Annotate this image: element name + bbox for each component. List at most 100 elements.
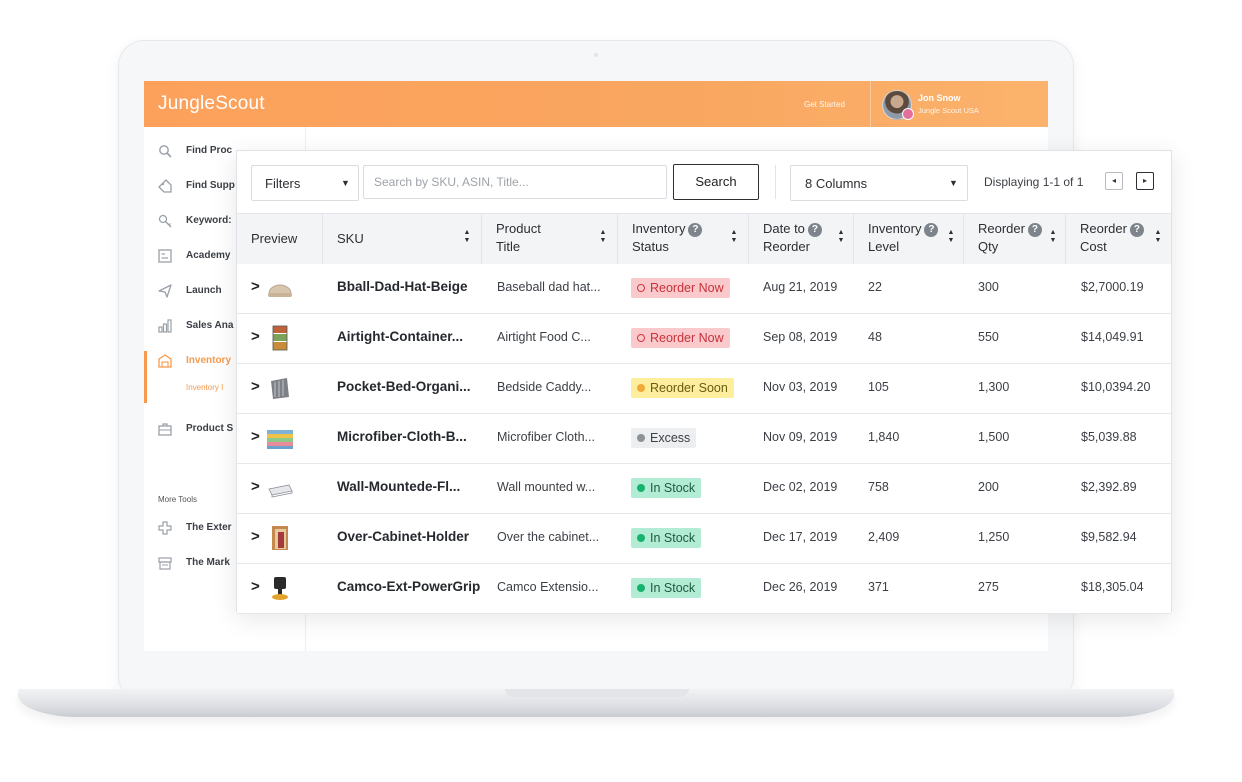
- chevron-right-icon[interactable]: >: [251, 528, 260, 545]
- date-to-reorder-cell: Dec 26, 2019: [763, 580, 838, 594]
- status-label: In Stock: [650, 581, 696, 595]
- user-name[interactable]: Jon Snow: [918, 93, 961, 103]
- briefcase-icon: [158, 422, 172, 436]
- date-to-reorder-cell: Aug 21, 2019: [763, 280, 838, 294]
- sku-cell[interactable]: Microfiber-Cloth-B...: [337, 429, 467, 444]
- chevron-right-icon[interactable]: >: [251, 478, 260, 495]
- reorder-qty-cell: 550: [978, 330, 999, 344]
- reorder-cost-cell: $10,0394.20: [1081, 380, 1151, 394]
- status-dot-icon: [637, 584, 645, 592]
- sort-icon[interactable]: ▲ ▼: [1049, 229, 1057, 245]
- board-icon: [158, 249, 172, 263]
- column-header-label: Inventory? Status: [632, 220, 703, 256]
- help-icon[interactable]: ?: [1129, 223, 1144, 237]
- column-header-sku[interactable]: SKU ▲ ▼: [323, 214, 482, 264]
- reorder-qty-cell: 300: [978, 280, 999, 294]
- sidebar-item-label: The Exter: [186, 522, 232, 533]
- table-toolbar: Filters ▼ Search 8 Columns ▼ Displaying …: [237, 151, 1171, 213]
- date-to-reorder-cell: Sep 08, 2019: [763, 330, 838, 344]
- product-title-cell: Over the cabinet...: [497, 530, 600, 544]
- brand-logo[interactable]: JungleScout: [158, 93, 265, 115]
- column-header-reorder-cost[interactable]: Reorder? Cost ▲ ▼: [1066, 214, 1171, 264]
- status-badge: Reorder Now: [631, 278, 730, 298]
- store-icon: [158, 556, 172, 570]
- filters-dropdown[interactable]: Filters ▼: [251, 165, 359, 201]
- chevron-right-icon: ▸: [1142, 176, 1147, 185]
- chevron-right-icon[interactable]: >: [251, 328, 260, 345]
- more-tools-heading: More Tools: [158, 495, 197, 504]
- product-thumbnail: [265, 523, 295, 553]
- sidebar-item-label: Launch: [186, 285, 222, 296]
- sku-cell[interactable]: Pocket-Bed-Organi...: [337, 379, 471, 394]
- chevron-right-icon[interactable]: >: [251, 578, 260, 595]
- column-header-date-to-reorder[interactable]: Date to? Reorder ▲ ▼: [749, 214, 854, 264]
- bar-chart-icon: [158, 319, 172, 333]
- sort-icon[interactable]: ▲ ▼: [837, 229, 845, 245]
- column-header-inventory-status[interactable]: Inventory? Status ▲ ▼: [618, 214, 749, 264]
- paper-plane-icon: [158, 284, 172, 298]
- next-page-button[interactable]: ▸: [1136, 172, 1154, 190]
- sidebar-subitem-inventory[interactable]: Inventory I: [186, 383, 223, 392]
- columns-dropdown[interactable]: 8 Columns ▼: [790, 165, 968, 201]
- columns-label: 8 Columns: [805, 176, 868, 191]
- table-row[interactable]: > Camco-Ext-PowerGrip Camco Extensio... In …: [237, 564, 1171, 614]
- chevron-right-icon[interactable]: >: [251, 378, 260, 395]
- help-icon[interactable]: ?: [688, 223, 703, 237]
- table-row[interactable]: > Pocket-Bed-Organi... Bedside Caddy... Reo…: [237, 364, 1171, 414]
- table-row[interactable]: > Wall-Mountede-Fl... Wall mounted w... In …: [237, 464, 1171, 514]
- status-dot-icon: [637, 534, 645, 542]
- sku-cell[interactable]: Camco-Ext-PowerGrip: [337, 579, 480, 594]
- status-dot-icon: [637, 434, 645, 442]
- product-thumbnail: [265, 323, 295, 353]
- column-header-inventory-level[interactable]: Inventory? Level ▲ ▼: [854, 214, 964, 264]
- help-icon[interactable]: ?: [807, 223, 822, 237]
- reorder-qty-cell: 1,300: [978, 380, 1010, 394]
- table-row[interactable]: > Over-Cabinet-Holder Over the cabinet... I…: [237, 514, 1171, 564]
- chevron-right-icon[interactable]: >: [251, 278, 260, 295]
- table-row[interactable]: > Airtight-Container... Airtight Food C...…: [237, 314, 1171, 364]
- product-title-cell: Microfiber Cloth...: [497, 430, 595, 444]
- status-badge: In Stock: [631, 578, 702, 598]
- laptop-camera: [594, 53, 598, 57]
- caret-down-icon: ▼: [341, 178, 350, 188]
- column-header-label: Preview: [251, 231, 298, 246]
- search-button[interactable]: Search: [673, 164, 759, 200]
- reorder-cost-cell: $2,392.89: [1081, 480, 1137, 494]
- reorder-qty-cell: 1,250: [978, 530, 1010, 544]
- sort-icon[interactable]: ▲ ▼: [947, 229, 955, 245]
- sidebar-item-label: Sales Ana: [186, 320, 234, 331]
- column-header-product-title[interactable]: Product Title ▲ ▼: [482, 214, 618, 264]
- column-header-reorder-qty[interactable]: Reorder? Qty ▲ ▼: [964, 214, 1066, 264]
- help-icon[interactable]: ?: [1027, 223, 1042, 237]
- chevron-right-icon[interactable]: >: [251, 428, 260, 445]
- reorder-cost-cell: $14,049.91: [1081, 330, 1144, 344]
- sidebar-item-label: Academy: [186, 250, 231, 261]
- reorder-cost-cell: $9,582.94: [1081, 530, 1137, 544]
- inventory-level-cell: 1,840: [868, 430, 900, 444]
- sort-icon[interactable]: ▲ ▼: [1154, 229, 1162, 245]
- help-icon[interactable]: ?: [924, 223, 939, 237]
- sort-icon[interactable]: ▲ ▼: [463, 229, 471, 245]
- table-row[interactable]: > Microfiber-Cloth-B... Microfiber Cloth..…: [237, 414, 1171, 464]
- date-to-reorder-cell: Nov 03, 2019: [763, 380, 838, 394]
- sort-icon[interactable]: ▲ ▼: [599, 229, 607, 245]
- sort-icon[interactable]: ▲ ▼: [730, 229, 738, 245]
- inventory-level-cell: 22: [868, 280, 882, 294]
- caret-down-icon: ▼: [949, 178, 958, 188]
- prev-page-button[interactable]: ◂: [1105, 172, 1123, 190]
- inventory-level-cell: 48: [868, 330, 882, 344]
- product-thumbnail: [265, 423, 295, 453]
- sku-cell[interactable]: Wall-Mountede-Fl...: [337, 479, 460, 494]
- status-dot-icon: [637, 384, 645, 392]
- status-dot-icon: [637, 284, 645, 292]
- inventory-level-cell: 2,409: [868, 530, 900, 544]
- status-label: Reorder Now: [650, 331, 724, 345]
- sku-cell[interactable]: Airtight-Container...: [337, 329, 463, 344]
- status-dot-icon: [637, 334, 645, 342]
- get-started-link[interactable]: Get Started: [804, 100, 845, 109]
- table-row[interactable]: > Bball-Dad-Hat-Beige Baseball dad hat... R…: [237, 264, 1171, 314]
- puzzle-icon: [158, 521, 172, 535]
- search-input[interactable]: [363, 165, 667, 199]
- sku-cell[interactable]: Over-Cabinet-Holder: [337, 529, 469, 544]
- sku-cell[interactable]: Bball-Dad-Hat-Beige: [337, 279, 468, 294]
